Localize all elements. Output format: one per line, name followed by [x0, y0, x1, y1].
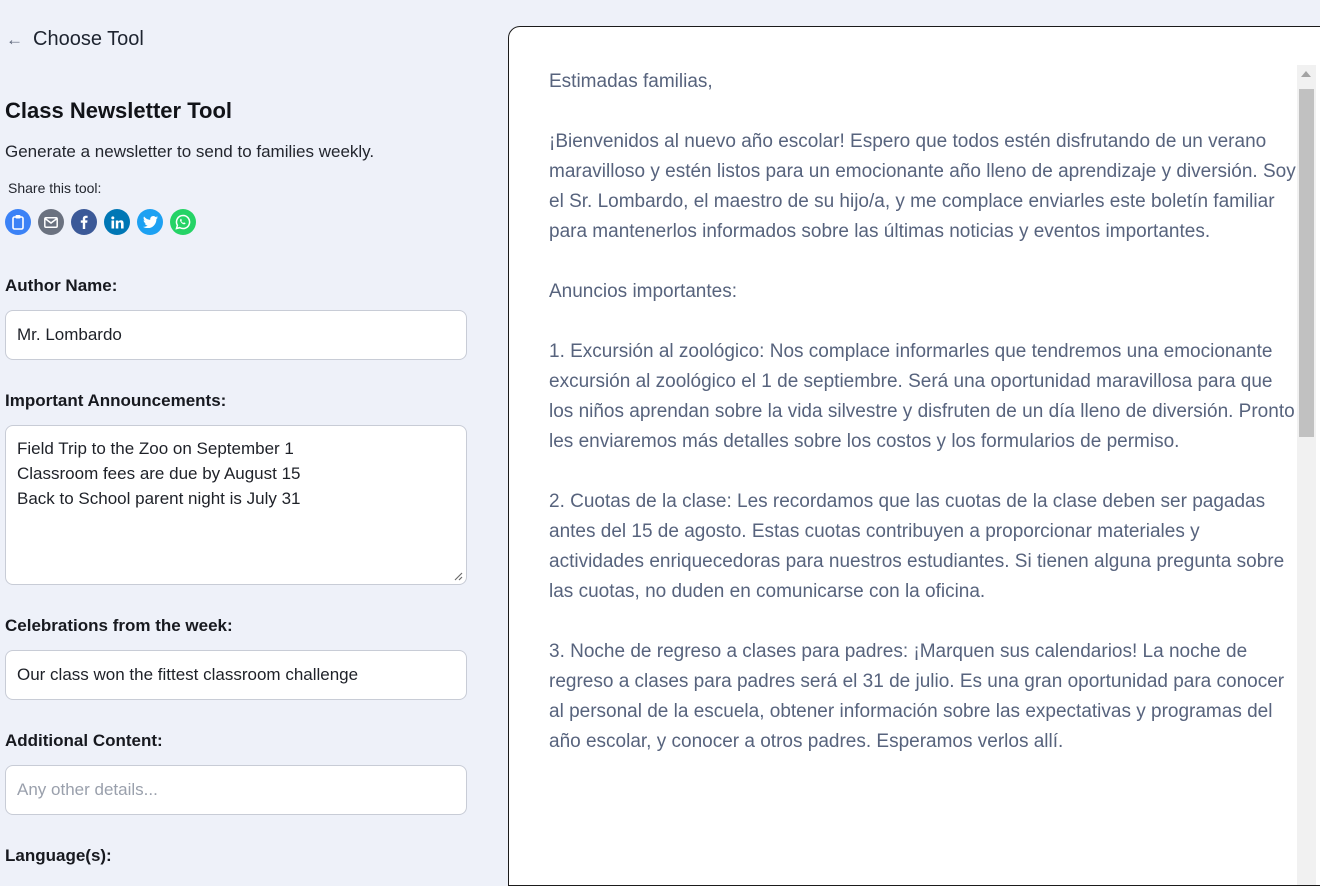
newsletter-paragraph: 3. Noche de regreso a clases para padres… — [549, 641, 1285, 752]
choose-tool-label: Choose Tool — [33, 28, 144, 50]
whatsapp-icon[interactable] — [170, 209, 196, 235]
facebook-icon[interactable] — [71, 209, 97, 235]
newsletter-text: Estimadas familias, ¡Bienvenidos al nuev… — [549, 67, 1299, 787]
author-name-input[interactable]: Mr. Lombardo — [5, 310, 467, 360]
author-name-value: Mr. Lombardo — [17, 325, 122, 344]
arrow-left-icon: ← — [6, 29, 23, 49]
announcement-line: Back to School parent night is July 31 — [17, 489, 301, 508]
scroll-up-arrow-icon[interactable] — [1301, 71, 1311, 77]
additional-content-label: Additional Content: — [5, 731, 163, 750]
email-icon[interactable] — [38, 209, 64, 235]
announcements-textarea[interactable]: Field Trip to the Zoo on September 1 Cla… — [5, 425, 467, 585]
page-title: Class Newsletter Tool — [5, 98, 232, 123]
newsletter-paragraph: Estimadas familias, — [549, 71, 713, 92]
share-label: Share this tool: — [8, 180, 102, 196]
resize-handle-icon[interactable] — [453, 571, 463, 581]
choose-tool-link[interactable]: ← Choose Tool — [6, 28, 144, 51]
announcements-label: Important Announcements: — [5, 391, 227, 410]
newsletter-output-panel: Estimadas familias, ¡Bienvenidos al nuev… — [508, 26, 1320, 886]
celebrations-value: Our class won the fittest classroom chal… — [17, 665, 359, 684]
newsletter-paragraph: 1. Excursión al zoológico: Nos complace … — [549, 341, 1295, 452]
share-buttons — [5, 209, 196, 235]
newsletter-paragraph: Anuncios importantes: — [549, 281, 737, 302]
newsletter-paragraph: ¡Bienvenidos al nuevo año escolar! Esper… — [549, 131, 1296, 242]
celebrations-input[interactable]: Our class won the fittest classroom chal… — [5, 650, 467, 700]
language-label: Language(s): — [5, 846, 112, 865]
twitter-icon[interactable] — [137, 209, 163, 235]
newsletter-paragraph: 2. Cuotas de la clase: Les recordamos qu… — [549, 491, 1285, 602]
author-name-label: Author Name: — [5, 276, 118, 295]
clipboard-icon[interactable] — [5, 209, 31, 235]
scrollbar-thumb[interactable] — [1299, 89, 1314, 437]
output-scrollbar[interactable] — [1297, 65, 1316, 885]
linkedin-icon[interactable] — [104, 209, 130, 235]
page-subtitle: Generate a newsletter to send to familie… — [5, 142, 375, 161]
announcement-line: Field Trip to the Zoo on September 1 — [17, 439, 294, 458]
additional-content-placeholder: Any other details... — [17, 780, 158, 799]
tool-form-panel: ← Choose Tool Class Newsletter Tool Gene… — [0, 0, 480, 869]
celebrations-label: Celebrations from the week: — [5, 616, 233, 635]
additional-content-input[interactable]: Any other details... — [5, 765, 467, 815]
announcement-line: Classroom fees are due by August 15 — [17, 464, 301, 483]
